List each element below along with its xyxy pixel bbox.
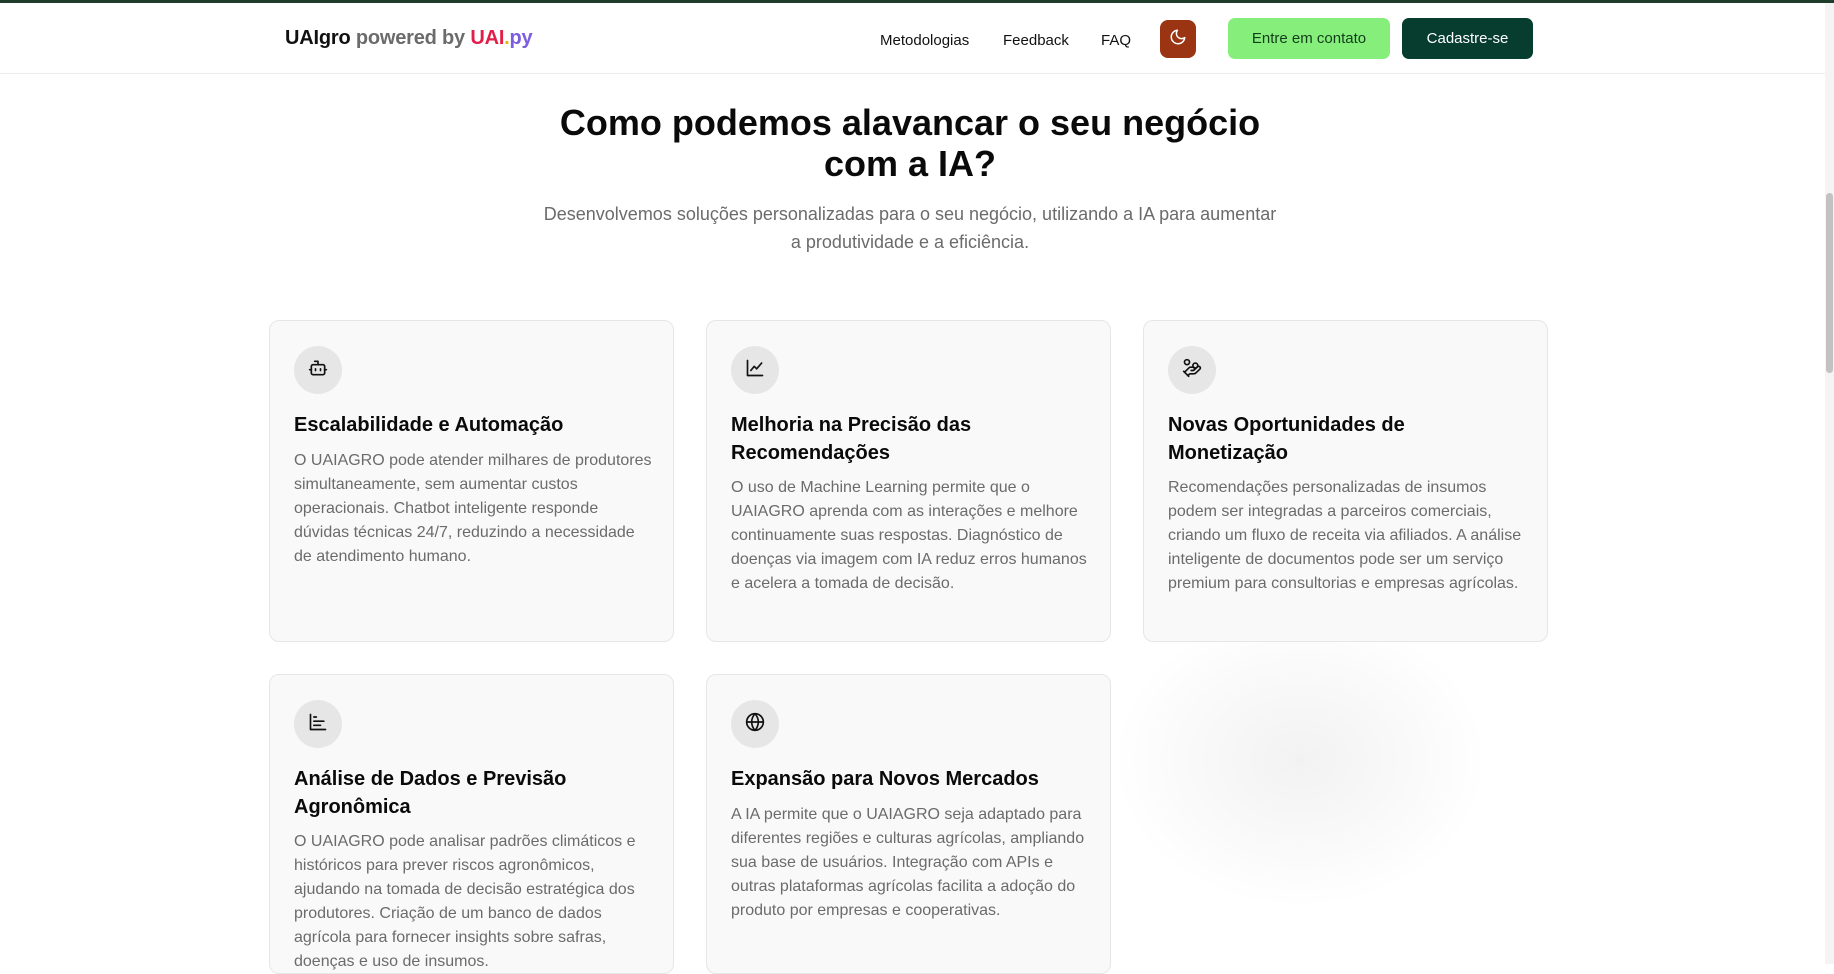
bar-chart-icon — [308, 712, 328, 737]
card-title: Análise de Dados e Previsão Agronômica — [294, 768, 567, 818]
brand-py: py — [509, 27, 533, 49]
nav-link-faq[interactable]: FAQ — [1101, 32, 1131, 49]
card-title: Novas Oportunidades de Monetização — [1168, 414, 1405, 464]
brand-powered-by: powered by — [350, 27, 471, 49]
card-description: A IA permite que o UAIAGRO seja adaptado… — [731, 806, 1085, 919]
line-chart-icon — [745, 358, 765, 383]
card-title: Expansão para Novos Mercados — [731, 768, 1039, 790]
nav-link-metodologias[interactable]: Metodologias — [880, 32, 969, 49]
card-title: Melhoria na Precisão das Recomendações — [731, 414, 972, 464]
card-description: O UAIAGRO pode atender milhares de produ… — [294, 452, 652, 565]
card-icon-badge — [294, 700, 342, 748]
card-icon-badge — [731, 346, 779, 394]
contact-button[interactable]: Entre em contato — [1228, 18, 1390, 59]
card-description: Recomendações personalizadas de insumos … — [1168, 479, 1522, 592]
feature-card-expansion: Expansão para Novos Mercados A IA permit… — [706, 674, 1111, 974]
page-scrollbar[interactable] — [1825, 3, 1834, 964]
feature-card-data-analysis: Análise de Dados e Previsão Agronômica O… — [269, 674, 674, 974]
site-header: UAIgro powered by UAI.py Metodologias Fe… — [0, 3, 1825, 74]
feature-card-monetization: Novas Oportunidades de Monetização Recom… — [1143, 320, 1548, 642]
card-icon-badge — [294, 346, 342, 394]
section-title: Como podemos alavancar o seu negócio com… — [559, 102, 1261, 184]
feature-card-scalability: Escalabilidade e Automação O UAIAGRO pod… — [269, 320, 674, 642]
theme-toggle-button[interactable] — [1160, 20, 1196, 58]
section-subtitle: Desenvolvemos soluções personalizadas pa… — [543, 204, 1277, 252]
card-description: O UAIAGRO pode analisar padrões climátic… — [294, 833, 636, 970]
card-icon-badge — [1168, 346, 1216, 394]
brand-uai: UAI — [470, 27, 505, 49]
scrollbar-thumb[interactable] — [1826, 193, 1833, 373]
card-title: Escalabilidade e Automação — [294, 414, 564, 436]
signup-button[interactable]: Cadastre-se — [1402, 18, 1533, 59]
brand-logo[interactable]: UAIgro powered by UAI.py — [285, 27, 533, 50]
feature-card-precision: Melhoria na Precisão das Recomendações O… — [706, 320, 1111, 642]
card-icon-badge — [731, 700, 779, 748]
background-glow — [1110, 610, 1490, 910]
card-description: O uso de Machine Learning permite que o … — [731, 479, 1087, 592]
moon-icon — [1169, 28, 1187, 51]
nav-link-feedback[interactable]: Feedback — [1003, 32, 1069, 49]
globe-icon — [745, 712, 765, 737]
hand-coins-icon — [1182, 358, 1202, 383]
bot-icon — [308, 358, 328, 383]
brand-name: UAIgro — [285, 27, 351, 49]
